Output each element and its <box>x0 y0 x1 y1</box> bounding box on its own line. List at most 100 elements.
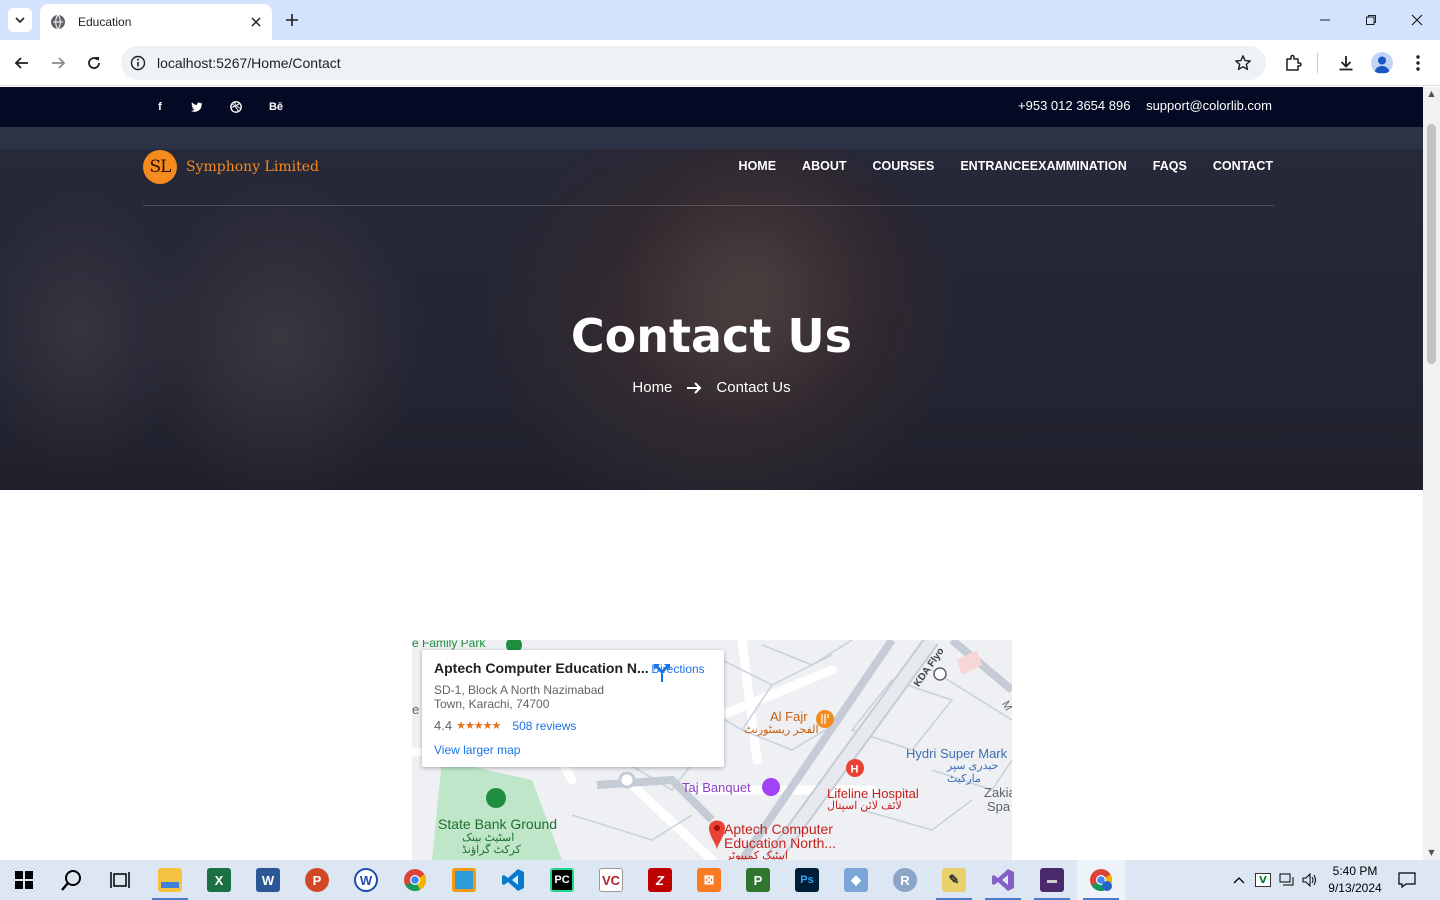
kebab-menu-icon <box>1416 55 1420 71</box>
vscode-icon <box>502 869 524 891</box>
nav-about[interactable]: ABOUT <box>802 159 846 173</box>
tab-search-dropdown[interactable] <box>8 8 32 32</box>
new-tab-button[interactable] <box>282 10 302 30</box>
cube-icon: ◆ <box>844 868 868 892</box>
logo-mark: SL <box>143 150 177 184</box>
vpn-icon: V <box>1255 873 1271 887</box>
network-icon <box>1279 873 1294 886</box>
browser-tab[interactable]: Education <box>40 4 272 40</box>
browser-menu-button[interactable] <box>1406 51 1430 75</box>
address-bar[interactable]: localhost:5267/Home/Contact <box>121 46 1266 80</box>
extensions-button[interactable] <box>1281 51 1305 75</box>
powerpoint-icon: P <box>305 868 329 892</box>
embedded-map[interactable]: H e Family Park KDA Flyo Al Fajr الفجر ر… <box>412 640 1012 860</box>
task-view-button[interactable] <box>96 860 144 900</box>
filezilla-icon: Z <box>648 868 672 892</box>
start-button[interactable] <box>0 860 48 900</box>
scrollbar-thumb[interactable] <box>1427 124 1436 364</box>
reload-button[interactable] <box>82 51 106 75</box>
nav-home[interactable]: HOME <box>739 159 777 173</box>
reviews-link[interactable]: 508 reviews <box>512 719 576 733</box>
taskbar-file-explorer[interactable] <box>146 860 194 900</box>
rating-value: 4.4 <box>434 718 453 733</box>
browser-toolbar: localhost:5267/Home/Contact <box>0 40 1440 86</box>
nav-courses[interactable]: COURSES <box>873 159 935 173</box>
map-place-card: Aptech Computer Education N... SD-1, Blo… <box>422 650 724 767</box>
forward-button[interactable] <box>46 51 70 75</box>
minimize-button[interactable] <box>1302 0 1348 40</box>
taskbar-app-blue[interactable] <box>440 860 488 900</box>
taskbar-app-cube[interactable]: ◆ <box>832 860 880 900</box>
arrow-left-icon <box>14 57 28 69</box>
nav-faqs[interactable]: FAQS <box>1153 159 1187 173</box>
taskbar-chrome-active[interactable] <box>1077 860 1125 900</box>
downloads-button[interactable] <box>1334 51 1358 75</box>
taskbar-app-tools[interactable]: ✎ <box>930 860 978 900</box>
support-email[interactable]: support@colorlib.com <box>1146 98 1272 113</box>
back-button[interactable] <box>10 51 34 75</box>
breadcrumb-current: Contact Us <box>716 379 791 396</box>
tab-close-icon[interactable] <box>248 14 264 30</box>
taskbar-excel[interactable]: X <box>195 860 243 900</box>
taskbar-photoshop[interactable]: Ps <box>783 860 831 900</box>
taskbar-xampp[interactable]: ⊠ <box>685 860 733 900</box>
site-logo[interactable]: SL Symphony Limited <box>143 149 319 185</box>
taskbar-filezilla[interactable]: Z <box>636 860 684 900</box>
tray-network[interactable] <box>1276 860 1298 900</box>
phone-number: +953 012 3654 896 <box>1018 98 1131 113</box>
tray-overflow-button[interactable] <box>1228 860 1250 900</box>
taskbar-terminal[interactable]: ▬ <box>1028 860 1076 900</box>
taskbar-visual-studio[interactable] <box>979 860 1027 900</box>
close-window-button[interactable] <box>1394 0 1440 40</box>
rating-stars-icon: ★★★★★ <box>456 720 501 732</box>
taskbar-app-w[interactable]: W <box>342 860 390 900</box>
scroll-down-arrow-icon[interactable]: ▼ <box>1427 848 1436 857</box>
map-label-spa: Spa <box>987 799 1011 814</box>
directions-button[interactable]: Directions <box>650 662 706 682</box>
search-button[interactable] <box>48 860 96 900</box>
taskbar-vc[interactable]: VC <box>587 860 635 900</box>
scroll-up-arrow-icon[interactable]: ▲ <box>1427 89 1436 98</box>
behance-icon[interactable]: Bē <box>268 99 284 115</box>
place-rating: 4.4 ★★★★★ 508 reviews <box>434 718 576 733</box>
arrow-right-icon <box>687 381 702 394</box>
map-label-taj-banquet: Taj Banquet <box>682 780 751 795</box>
view-larger-map-link[interactable]: View larger map <box>434 743 520 757</box>
site-info-icon[interactable] <box>129 54 147 72</box>
maximize-button[interactable] <box>1348 0 1394 40</box>
map-label-al-fajr-urdu: الفجر ریسٹورنٹ <box>744 724 819 736</box>
excel-icon: X <box>207 868 231 892</box>
facebook-icon[interactable]: f <box>152 99 168 115</box>
notification-icon <box>1398 872 1416 888</box>
taskbar-word[interactable]: W <box>244 860 292 900</box>
chrome-icon <box>404 869 426 891</box>
breadcrumb-home[interactable]: Home <box>632 379 672 396</box>
toolbar-separator <box>1317 53 1318 73</box>
close-icon <box>1411 14 1423 26</box>
taskbar-vscode[interactable] <box>489 860 537 900</box>
taskbar-clock[interactable]: 5:40 PM 9/13/2024 <box>1320 863 1390 897</box>
tray-volume[interactable] <box>1299 860 1321 900</box>
nav-contact[interactable]: CONTACT <box>1213 159 1273 173</box>
page-scrollbar[interactable]: ▲ ▼ <box>1423 87 1440 860</box>
clock-time: 5:40 PM <box>1332 864 1378 878</box>
taskbar-powerpoint[interactable]: P <box>293 860 341 900</box>
directions-icon <box>654 664 670 682</box>
dribbble-icon[interactable] <box>228 99 244 115</box>
taskbar-pycharm[interactable]: PC <box>538 860 586 900</box>
nav-entrance-examination[interactable]: ENTRANCEEXAMMINATION <box>960 159 1126 173</box>
task-view-icon <box>110 872 130 888</box>
twitter-icon[interactable] <box>189 99 205 115</box>
profile-button[interactable] <box>1370 51 1394 75</box>
chevron-down-icon <box>15 17 25 24</box>
taskbar-chrome[interactable] <box>391 860 439 900</box>
avatar <box>1371 52 1393 74</box>
map-label-al-fajr: Al Fajr <box>770 709 808 724</box>
taskbar-project[interactable]: P <box>734 860 782 900</box>
bookmark-star-icon[interactable] <box>1234 54 1252 72</box>
taskbar-r[interactable]: R <box>881 860 929 900</box>
map-label-hydri-urdu: حیدری سپر مارکیٹ <box>947 760 999 785</box>
tray-app-icon[interactable]: V <box>1252 860 1274 900</box>
notifications-button[interactable] <box>1396 860 1418 900</box>
download-icon <box>1339 56 1353 71</box>
